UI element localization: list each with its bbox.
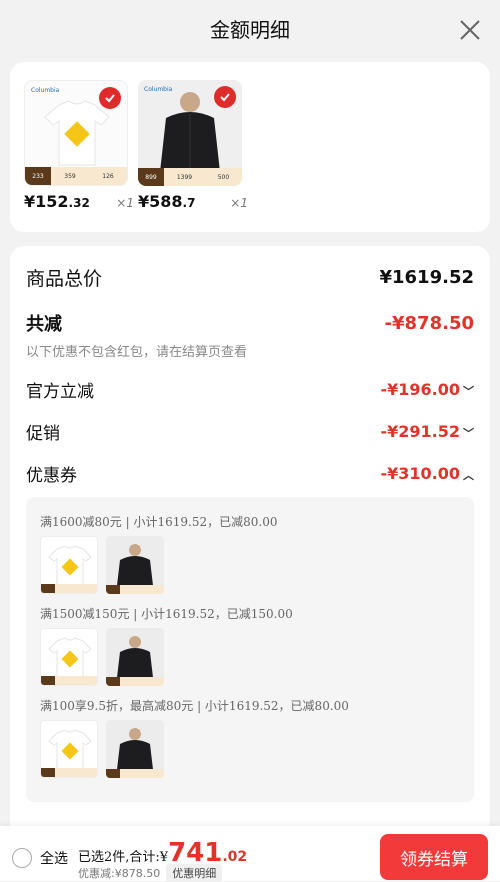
official-discount-row[interactable]: 官方立减 -¥196.00 ﹀ [26,377,474,402]
selected-check-icon[interactable] [99,87,121,109]
discount-detail-button[interactable]: 优惠明细 [166,864,223,882]
chevron-up-icon: ︿ [463,469,474,482]
promotion-row[interactable]: 促销 -¥291.52 ﹀ [26,419,474,444]
mini-thumbnail [40,628,98,686]
product-item[interactable]: Columbia 899 1399 500 [138,80,242,186]
checkout-bar: 全选 已选2件,合计:¥741.02 优惠减:¥878.50 优惠明细 领券结算 [0,826,500,882]
product-qty: ×1 [116,196,134,210]
coupon-row[interactable]: 优惠券 -¥310.00 ︿ [26,461,474,486]
checkout-button[interactable]: 领券结算 [380,834,488,880]
product-thumbnail[interactable]: Columbia 233 359 126 [24,80,128,186]
products-card: Columbia 233 359126 ¥152.32 ×1 Columbia [10,62,490,232]
chevron-down-icon: ﹀ [463,385,474,398]
brand-logo: Columbia [31,87,60,94]
product-price-row: ¥152.32 ×1 [24,192,134,211]
product-price: ¥588.7 [138,192,196,211]
coupon-label: 满100享9.5折，最高减80元 | 小计1619.52，已减80.00 [40,699,349,713]
product-item[interactable]: Columbia 233 359 126 [24,80,128,186]
discount-summary: 优惠减:¥878.50 优惠明细 [78,864,223,882]
mini-thumbnail [40,720,98,778]
coupon-group: 满1600减80元 | 小计1619.52，已减80.00 [40,513,277,594]
product-price-row: ¥588.7 ×1 [138,192,248,211]
amount-detail-card: 商品总价 ¥1619.52 共减 -¥878.50 以下优惠不包含红包，请在结算… [10,246,490,866]
coupon-group: 满1500减150元 | 小计1619.52，已减150.00 [40,605,293,686]
discount-note: 以下优惠不包含红包，请在结算页查看 [26,345,248,360]
mini-thumbnail [40,536,98,594]
mini-thumbnail [106,628,164,686]
coupon-detail-box: 满1600减80元 | 小计1619.52，已减80.00 满1500减150元… [26,497,474,802]
coupon-label: 满1600减80元 | 小计1619.52，已减80.00 [40,515,278,529]
close-icon[interactable] [458,18,482,42]
product-qty: ×1 [230,196,248,210]
product-thumbnail[interactable]: Columbia 899 1399 500 [138,80,242,186]
select-all-radio[interactable] [12,848,32,868]
header: 金额明细 [0,0,500,60]
mini-thumbnail [106,536,164,594]
total-price-row: 商品总价 ¥1619.52 [26,267,474,290]
product-price: ¥152.32 [24,192,90,211]
mini-thumbnail [106,720,164,778]
page-title: 金额明细 [210,18,290,42]
select-all-label[interactable]: 全选 [40,848,68,868]
coupon-group: 满100享9.5折，最高减80元 | 小计1619.52，已减80.00 [40,697,349,778]
chevron-down-icon: ﹀ [463,427,474,440]
coupon-label: 满1500减150元 | 小计1619.52，已减150.00 [40,607,293,621]
selected-check-icon[interactable] [214,86,236,108]
total-reduction-row: 共减 -¥878.50 [26,312,474,336]
price-tag: 899 1399 500 [138,168,242,186]
price-tag: 233 359 126 [25,167,127,185]
